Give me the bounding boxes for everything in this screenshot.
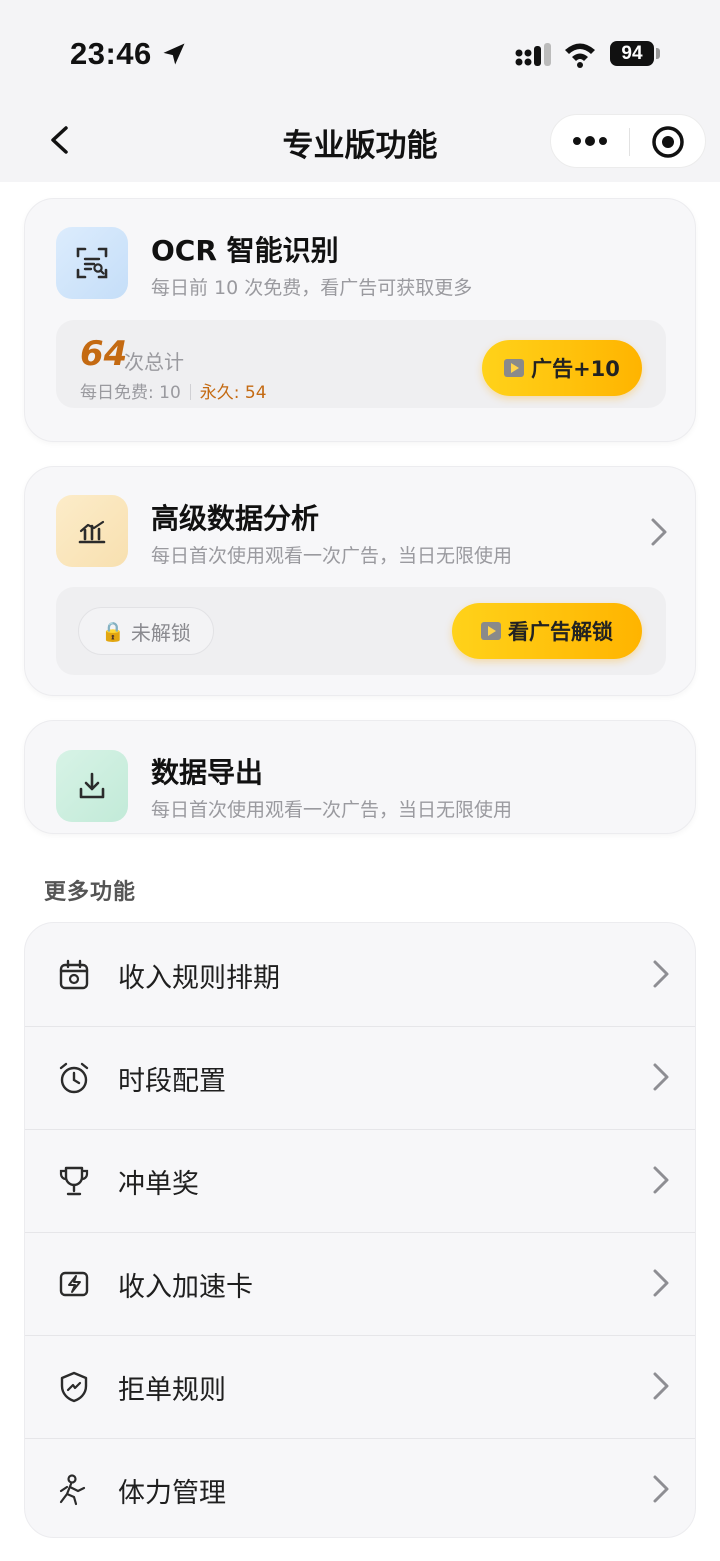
more-dots-icon[interactable] bbox=[571, 127, 609, 155]
lock-icon: 🔒 bbox=[101, 620, 125, 643]
feature-description: 每日首次使用观看一次广告，当日无限使用 bbox=[151, 799, 513, 821]
feature-card-analysis[interactable]: 高级数据分析 每日首次使用观看一次广告，当日无限使用 🔒 未解锁 看广告解锁 bbox=[24, 466, 696, 696]
divider bbox=[25, 1335, 695, 1336]
list-item-time-slot-config[interactable]: 时段配置 bbox=[25, 1026, 695, 1128]
location-arrow-icon bbox=[163, 43, 185, 65]
divider bbox=[25, 1026, 695, 1027]
daily-free-count: 每日免费: 10 bbox=[80, 383, 181, 403]
download-icon bbox=[56, 750, 128, 822]
divider bbox=[25, 1129, 695, 1130]
total-count-label: 次总计 bbox=[124, 350, 184, 374]
watch-ad-plus10-button[interactable]: 广告+10 bbox=[482, 340, 642, 396]
trophy-icon bbox=[59, 1166, 89, 1196]
running-person-icon bbox=[59, 1474, 86, 1506]
battery-tip bbox=[656, 48, 660, 59]
divider bbox=[25, 1438, 695, 1439]
shield-icon bbox=[60, 1371, 88, 1403]
video-play-icon bbox=[504, 359, 525, 377]
chevron-right-icon[interactable] bbox=[647, 515, 671, 549]
usage-breakdown: 每日免费: 10 永久: 54 bbox=[80, 378, 267, 403]
close-target-icon[interactable] bbox=[651, 125, 685, 159]
cellular-signal-icon bbox=[515, 43, 551, 66]
list-item-label: 时段配置 bbox=[118, 1066, 226, 1097]
alarm-clock-icon bbox=[59, 1062, 89, 1094]
miniapp-capsule bbox=[550, 114, 706, 168]
list-item-stamina-management[interactable]: 体力管理 bbox=[25, 1438, 695, 1537]
capsule-divider bbox=[629, 128, 630, 156]
divider bbox=[25, 1232, 695, 1233]
ad-button-label: 看广告解锁 bbox=[508, 620, 613, 644]
list-item-label: 冲单奖 bbox=[118, 1169, 199, 1200]
list-item-label: 收入规则排期 bbox=[118, 963, 280, 994]
more-functions-list: 收入规则排期 时段配置 冲单奖 收入加速卡 拒单规则 体力管理 bbox=[24, 922, 696, 1538]
status-time: 23:46 bbox=[70, 36, 152, 71]
locked-status-badge: 🔒 未解锁 bbox=[78, 607, 214, 655]
list-item-reject-rules[interactable]: 拒单规则 bbox=[25, 1335, 695, 1437]
feature-title: 高级数据分析 bbox=[151, 502, 320, 535]
list-item-income-schedule[interactable]: 收入规则排期 bbox=[25, 923, 695, 1025]
permanent-count: 永久: 54 bbox=[199, 383, 267, 403]
section-title-more: 更多功能 bbox=[44, 880, 137, 905]
calendar-icon bbox=[59, 959, 89, 990]
feature-title: OCR 智能识别 bbox=[151, 234, 339, 267]
list-item-label: 收入加速卡 bbox=[118, 1272, 253, 1303]
usage-panel: 64 次总计 每日免费: 10 永久: 54 广告+10 bbox=[56, 320, 666, 408]
lightning-card-icon bbox=[59, 1271, 89, 1297]
feature-description: 每日前 10 次免费，看广告可获取更多 bbox=[151, 277, 473, 299]
ad-button-label: 广告+10 bbox=[531, 357, 620, 381]
wifi-icon bbox=[565, 43, 595, 68]
ocr-scan-icon bbox=[56, 227, 128, 299]
chevron-right-icon bbox=[653, 1166, 669, 1194]
battery-indicator: 94 bbox=[610, 41, 654, 66]
list-item-income-boost-card[interactable]: 收入加速卡 bbox=[25, 1232, 695, 1334]
unlock-panel: 🔒 未解锁 看广告解锁 bbox=[56, 587, 666, 675]
video-play-icon bbox=[481, 622, 501, 640]
chevron-right-icon bbox=[653, 960, 669, 988]
lock-label: 未解锁 bbox=[130, 620, 191, 645]
chevron-right-icon bbox=[653, 1475, 669, 1503]
chart-icon bbox=[56, 495, 128, 567]
watch-ad-unlock-button[interactable]: 看广告解锁 bbox=[452, 603, 642, 659]
feature-title: 数据导出 bbox=[151, 756, 264, 789]
feature-card-export[interactable]: 数据导出 每日首次使用观看一次广告，当日无限使用 bbox=[24, 720, 696, 834]
list-item-label: 体力管理 bbox=[118, 1478, 226, 1509]
list-item-label: 拒单规则 bbox=[118, 1375, 226, 1406]
list-item-order-bonus[interactable]: 冲单奖 bbox=[25, 1129, 695, 1231]
chevron-right-icon bbox=[653, 1269, 669, 1297]
feature-description: 每日首次使用观看一次广告，当日无限使用 bbox=[151, 545, 513, 567]
total-count: 64 bbox=[80, 334, 128, 374]
chevron-right-icon bbox=[653, 1372, 669, 1400]
separator bbox=[189, 384, 191, 400]
status-bar: 23:46 94 bbox=[0, 0, 720, 100]
chevron-right-icon bbox=[653, 1063, 669, 1091]
nav-bar: 专业版功能 bbox=[0, 100, 720, 182]
feature-card-ocr[interactable]: OCR 智能识别 每日前 10 次免费，看广告可获取更多 64 次总计 每日免费… bbox=[24, 198, 696, 442]
